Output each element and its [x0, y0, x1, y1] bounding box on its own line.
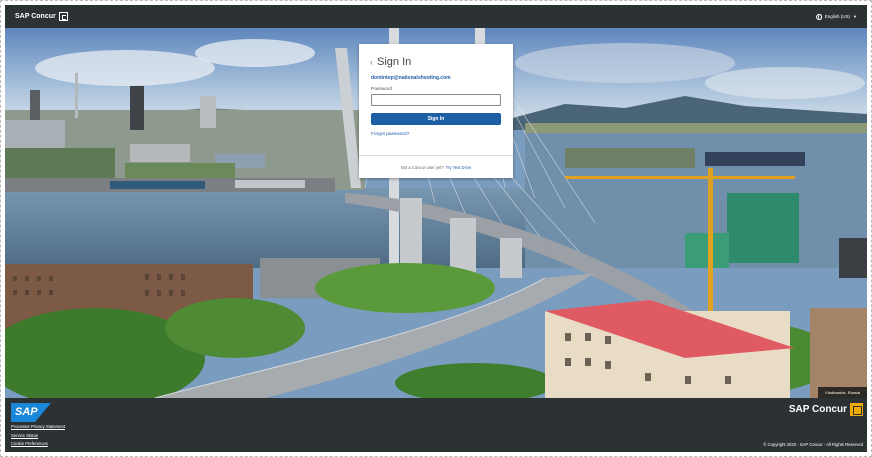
privacy-statement-link[interactable]: Processor Privacy Statement [11, 424, 65, 430]
signin-header: ‹ Sign In [359, 44, 513, 70]
concur-brand-icon [58, 12, 68, 21]
top-bar: SAP Concur English (US) ▼ [5, 5, 867, 28]
test-drive-link[interactable]: Try Test Drive [446, 165, 472, 170]
password-label: Password [371, 87, 393, 92]
chevron-down-icon: ▼ [853, 14, 857, 19]
signin-button[interactable]: Sign In [371, 113, 501, 125]
header-brand: SAP Concur [15, 12, 68, 21]
footer: SAP Processor Privacy Statement Service … [5, 398, 867, 452]
globe-icon [815, 13, 822, 20]
header-brand-text: SAP Concur [15, 13, 56, 20]
location-caption: Vladivostok, Russia [818, 387, 867, 398]
test-drive-prompt: Not a Concur user yet? [400, 164, 444, 170]
forgot-password-link[interactable]: Forgot password? [371, 132, 409, 137]
chevron-left-icon[interactable]: ‹ [370, 57, 373, 67]
signin-card: ‹ Sign In domintop@nationalshooting.com … [359, 44, 513, 178]
concur-logo-text: SAP Concur [788, 404, 847, 415]
service-status-link[interactable]: Service Status [11, 433, 65, 439]
language-label: English (US) [824, 14, 851, 19]
signin-email: domintop@nationalshooting.com [371, 75, 451, 81]
signin-card-footer: Not a Concur user yet? Try Test Drive [359, 155, 513, 178]
signin-title: Sign In [377, 55, 412, 68]
language-selector[interactable]: English (US) ▼ [815, 13, 857, 20]
footer-links: Processor Privacy Statement Service Stat… [11, 424, 65, 447]
concur-logo: SAP Concur [789, 403, 863, 416]
cookie-preferences-link[interactable]: Cookie Preferences [11, 441, 65, 447]
sap-logo-text: SAP [15, 406, 38, 418]
concur-mark-icon [850, 403, 863, 416]
copyright: © Copyright 2020 - SAP Concur - All Righ… [763, 442, 863, 447]
password-field[interactable] [371, 94, 501, 106]
